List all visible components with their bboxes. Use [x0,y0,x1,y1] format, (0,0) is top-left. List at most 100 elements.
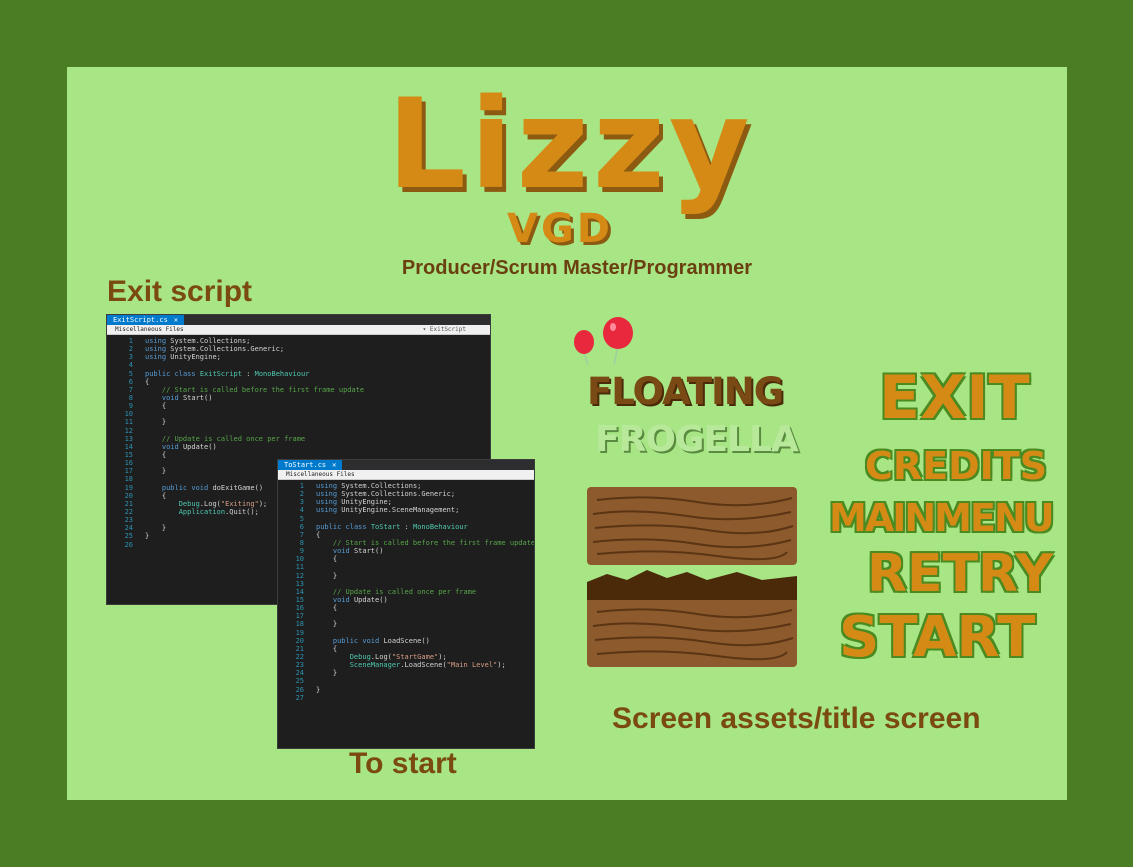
code-line[interactable]: 1 using System.Collections; [107,337,490,345]
code-line[interactable]: 12 [107,427,490,435]
code-text: public class ExitScript : MonoBehaviour [145,369,310,378]
code-line[interactable]: 3 using UnityEngine; [107,353,490,361]
game-title-line1: FLOATING [587,370,784,413]
wooden-log-assets [587,487,797,667]
breadcrumb-member[interactable]: ▾ ExitScript [423,325,466,334]
line-number: 19 [295,628,304,637]
line-number: 20 [124,491,133,500]
line-number: 26 [124,540,133,549]
code-line[interactable]: 13 // Update is called once per frame [107,435,490,443]
line-number: 2 [128,345,133,354]
code-line[interactable]: 15 void Update() [278,596,534,604]
line-number: 7 [299,530,304,539]
code-text: // Update is called once per frame [145,434,306,443]
page-subtitle: VGD [507,206,613,252]
code-line[interactable]: 7{ [278,531,534,539]
code-line[interactable]: 9 void Start() [278,547,534,555]
code-line[interactable]: 6 public class ToStart : MonoBehaviour [278,523,534,531]
line-number: 6 [299,522,304,531]
code-line[interactable]: 26} [278,686,534,694]
code-line[interactable]: 8 void Start() [107,394,490,402]
code-line[interactable]: 11 } [107,418,490,426]
code-line[interactable]: 14 void Update() [107,443,490,451]
code-line[interactable]: 5 [278,515,534,523]
code-line[interactable]: 7 // Start is called before the first fr… [107,386,490,394]
line-number: 14 [124,442,133,451]
code-line[interactable]: 6{ [107,378,490,386]
line-number: 11 [295,563,304,572]
code-text: { [332,604,338,613]
code-line[interactable]: 13 [278,580,534,588]
code-text: { [161,491,167,500]
game-title-logo: FLOATING FROGELLA [587,367,802,477]
page-title: Lizzy [387,73,754,217]
line-number: 19 [124,483,133,492]
code-text: } [332,620,338,629]
code-line[interactable]: 12 } [278,572,534,580]
pin-icon[interactable]: ✕ [174,316,178,324]
code-line[interactable]: 19 [278,629,534,637]
screen-assets-label: Screen assets/title screen [612,702,981,735]
line-number: 24 [124,524,133,533]
code-line[interactable]: 23 SceneManager.LoadScene("Main Level"); [278,661,534,669]
code-text: Debug.Log("StartGame"); [349,652,447,661]
code-line[interactable]: 2 using System.Collections.Generic; [278,490,534,498]
code-line[interactable]: 1 using System.Collections; [278,482,534,490]
to-start-editor: ToStart.cs ✕ Miscellaneous Files 1 using S… [277,459,535,749]
code-text: using System.Collections; [145,337,251,345]
code-line[interactable]: 14 // Update is called once per frame [278,588,534,596]
code-text: { [145,377,150,386]
code-line[interactable]: 20 public void LoadScene() [278,637,534,645]
code-line[interactable]: 21 { [278,645,534,653]
code-text: { [332,555,338,564]
line-number: 9 [128,402,133,411]
line-number: 14 [295,587,304,596]
editor-breadcrumb[interactable]: Miscellaneous Files [278,470,534,480]
start-button[interactable]: START [839,605,1035,671]
editor-breadcrumb[interactable]: Miscellaneous Files ▾ ExitScript [107,325,490,335]
code-line[interactable]: 4 using UnityEngine.SceneManagement; [278,506,534,514]
code-area[interactable]: 1 using System.Collections; 2 using System.… [278,480,534,702]
code-line[interactable]: 10 [107,410,490,418]
line-number: 18 [295,620,304,629]
line-number: 15 [295,595,304,604]
editor-tab-exitscript[interactable]: ExitScript.cs ✕ [107,315,185,325]
code-line[interactable]: 3 using UnityEngine; [278,498,534,506]
code-line[interactable]: 2 using System.Collections.Generic; [107,345,490,353]
credits-button[interactable]: CREDITS [865,441,1047,491]
code-line[interactable]: 15 { [107,451,490,459]
code-line[interactable]: 9 { [107,402,490,410]
editor-tab-tostart[interactable]: ToStart.cs ✕ [278,460,343,470]
code-line[interactable]: 10 { [278,555,534,563]
game-title-line2: FROGELLA [595,419,799,460]
code-line[interactable]: 25 [278,677,534,685]
line-number: 13 [295,579,304,588]
close-icon[interactable]: ✕ [332,461,336,469]
line-number: 17 [124,467,133,476]
code-line[interactable]: 24 } [278,669,534,677]
line-number: 26 [295,685,304,694]
code-line[interactable]: 22 Debug.Log("StartGame"); [278,653,534,661]
code-line[interactable]: 18 } [278,620,534,628]
line-number: 8 [299,538,304,547]
main-menu-button[interactable]: MAINMENU [829,493,1055,543]
line-number: 10 [295,555,304,564]
code-text: { [161,450,167,459]
line-number: 7 [128,385,133,394]
code-text: SceneManager.LoadScene("Main Level"); [349,661,506,670]
retry-button[interactable]: RETRY [867,543,1053,605]
code-line[interactable]: 17 [278,612,534,620]
code-line[interactable]: 5 public class ExitScript : MonoBehaviour [107,370,490,378]
code-line[interactable]: 16 { [278,604,534,612]
code-line[interactable]: 11 [278,563,534,571]
code-text: // Start is called before the first fram… [145,385,365,394]
line-number: 3 [128,353,133,362]
code-text: } [161,467,167,476]
role-caption: Producer/Scrum Master/Programmer [401,257,753,279]
code-text: using System.Collections; [316,482,422,490]
code-line[interactable]: 4 [107,361,490,369]
exit-button[interactable]: EXIT [879,363,1030,433]
code-line[interactable]: 8 // Start is called before the first fr… [278,539,534,547]
code-line[interactable]: 27 [278,694,534,702]
line-number: 21 [295,644,304,653]
